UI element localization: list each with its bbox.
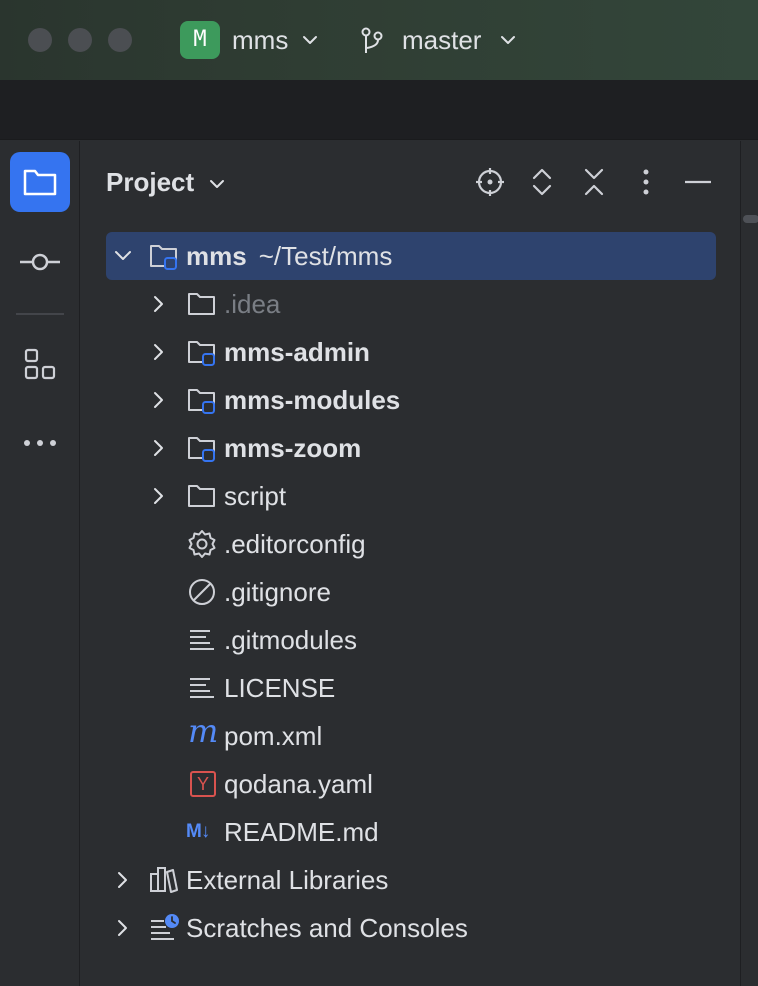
minimize-window-button[interactable] bbox=[68, 28, 92, 52]
expand-all-button[interactable] bbox=[525, 165, 559, 199]
structure-tool-button[interactable] bbox=[10, 334, 70, 394]
scrollbar[interactable] bbox=[740, 141, 758, 986]
modules-icon bbox=[24, 348, 56, 380]
module-folder-icon bbox=[188, 389, 215, 414]
close-window-button[interactable] bbox=[28, 28, 52, 52]
ignore-icon bbox=[189, 579, 215, 605]
tree-item-gitmodules[interactable]: .gitmodules bbox=[106, 616, 716, 664]
module-folder-icon bbox=[188, 341, 215, 366]
chevron-right-icon[interactable] bbox=[148, 437, 170, 459]
chevron-down-icon[interactable] bbox=[208, 175, 226, 193]
crosshair-icon bbox=[476, 168, 504, 196]
gear-icon bbox=[188, 530, 216, 558]
tree-item-external-libraries[interactable]: External Libraries bbox=[106, 856, 716, 904]
project-badge[interactable]: M bbox=[180, 21, 220, 59]
chevron-down-icon[interactable] bbox=[499, 31, 517, 49]
tree-item-gitignore[interactable]: .gitignore bbox=[106, 568, 716, 616]
tree-item-mms-modules[interactable]: mms-modules bbox=[106, 376, 716, 424]
tree-item-label: .gitignore bbox=[224, 577, 331, 607]
sidebar-divider bbox=[16, 313, 64, 315]
tree-item-label: pom.xml bbox=[224, 721, 323, 751]
collapse-all-icon bbox=[584, 168, 604, 196]
tree-item-label: README.md bbox=[224, 817, 379, 847]
tree-item-label: External Libraries bbox=[186, 865, 389, 895]
text-file-icon bbox=[190, 630, 214, 650]
tree-item-label: qodana.yaml bbox=[224, 769, 373, 799]
markdown-icon: M↓ bbox=[186, 821, 210, 842]
tree-item-label: mms-admin bbox=[224, 337, 370, 367]
chevron-right-icon[interactable] bbox=[148, 341, 170, 363]
tree-item-pom[interactable]: m pom.xml bbox=[106, 712, 716, 760]
text-file-icon bbox=[190, 678, 214, 698]
options-menu-button[interactable] bbox=[629, 165, 663, 199]
more-horizontal-icon bbox=[24, 440, 56, 446]
project-selector[interactable]: mms bbox=[232, 25, 288, 56]
chevron-right-icon[interactable] bbox=[148, 293, 170, 315]
tree-item-label: LICENSE bbox=[224, 673, 336, 703]
tree-item-qodana[interactable]: Y qodana.yaml bbox=[106, 760, 716, 808]
tool-window-sidebar bbox=[0, 141, 80, 986]
minimize-icon bbox=[685, 180, 711, 184]
tree-item-mms-admin[interactable]: mms-admin bbox=[106, 328, 716, 376]
branch-icon[interactable] bbox=[358, 26, 386, 56]
chevron-right-icon[interactable] bbox=[112, 869, 134, 891]
toolbar-strip bbox=[0, 80, 758, 140]
folder-icon bbox=[188, 485, 215, 507]
yaml-icon: Y bbox=[190, 771, 216, 797]
more-vertical-icon bbox=[643, 169, 649, 195]
tree-item-mms-zoom[interactable]: mms-zoom bbox=[106, 424, 716, 472]
tree-item-license[interactable]: LICENSE bbox=[106, 664, 716, 712]
tree-root-label: mms ~/Test/mms bbox=[186, 241, 392, 272]
tree-item-label: .gitmodules bbox=[224, 625, 357, 655]
root-path: ~/Test/mms bbox=[258, 241, 393, 271]
expand-all-icon bbox=[532, 168, 552, 196]
chevron-down-icon[interactable] bbox=[301, 31, 319, 49]
panel-title[interactable]: Project bbox=[106, 167, 194, 198]
hide-panel-button[interactable] bbox=[681, 165, 715, 199]
tree-item-script[interactable]: script bbox=[106, 472, 716, 520]
maven-icon: m bbox=[188, 712, 219, 750]
project-tool-button[interactable] bbox=[10, 152, 70, 212]
collapse-all-button[interactable] bbox=[577, 165, 611, 199]
library-icon bbox=[150, 867, 178, 893]
root-name: mms bbox=[186, 241, 247, 271]
branch-selector[interactable]: master bbox=[402, 25, 481, 56]
tree-item-label: mms-modules bbox=[224, 385, 401, 415]
tree-item-idea[interactable]: .idea bbox=[106, 280, 716, 328]
tree-root-row[interactable]: mms ~/Test/mms bbox=[106, 232, 716, 280]
module-folder-icon bbox=[188, 437, 215, 462]
commit-tool-button[interactable] bbox=[10, 232, 70, 292]
chevron-right-icon[interactable] bbox=[112, 917, 134, 939]
module-folder-icon bbox=[150, 245, 177, 270]
commit-icon bbox=[20, 253, 60, 271]
tree-item-label: mms-zoom bbox=[224, 433, 362, 463]
tree-item-label: .idea bbox=[224, 289, 281, 319]
scrollbar-thumb[interactable] bbox=[743, 215, 758, 223]
locate-file-button[interactable] bbox=[473, 165, 507, 199]
zoom-window-button[interactable] bbox=[108, 28, 132, 52]
tree-item-scratches[interactable]: Scratches and Consoles bbox=[106, 904, 716, 952]
folder-icon bbox=[23, 169, 57, 196]
chevron-down-icon[interactable] bbox=[112, 245, 134, 267]
project-panel: Project mms ~/Test/mms .idea mms-admin m… bbox=[81, 141, 740, 986]
tree-item-label: Scratches and Consoles bbox=[186, 913, 468, 943]
title-bar: M mms master bbox=[0, 0, 758, 80]
chevron-right-icon[interactable] bbox=[148, 389, 170, 411]
more-tools-button[interactable] bbox=[10, 413, 70, 473]
folder-icon bbox=[188, 293, 215, 315]
tree-item-label: script bbox=[224, 481, 287, 511]
tree-item-readme[interactable]: M↓ README.md bbox=[106, 808, 716, 856]
scratches-icon bbox=[151, 914, 179, 940]
tree-item-editorconfig[interactable]: .editorconfig bbox=[106, 520, 716, 568]
tree-item-label: .editorconfig bbox=[224, 529, 366, 559]
chevron-right-icon[interactable] bbox=[148, 485, 170, 507]
